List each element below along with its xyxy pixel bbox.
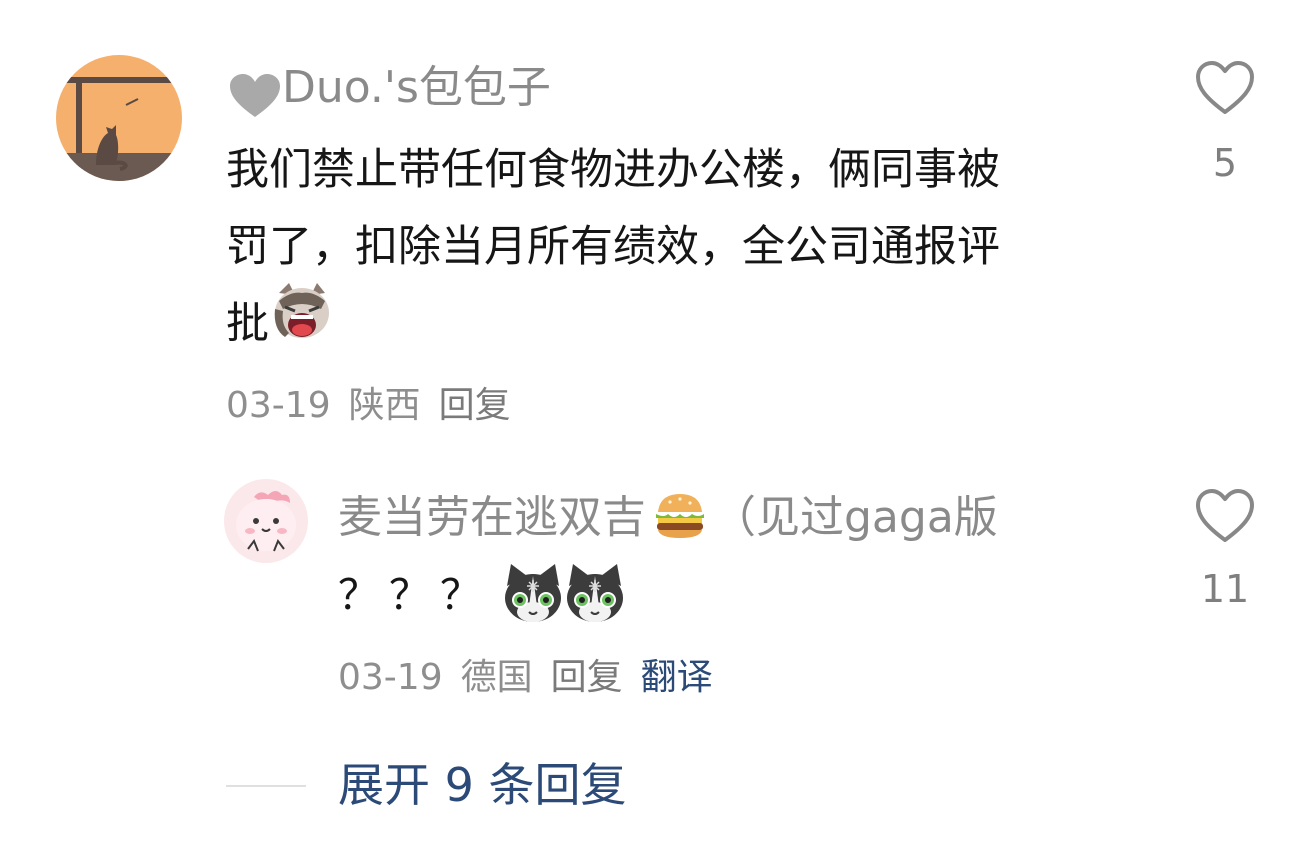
comment-date: 03-19 <box>226 385 331 426</box>
reply-button[interactable]: 回复 <box>439 385 511 426</box>
comment-body: 我们禁止带任何食物进办公楼，俩同事被 罚了，扣除当月所有绩效，全公司通报评 批 <box>226 132 1126 363</box>
reply-meta: 03-19 德国 回复 翻译 <box>338 660 731 696</box>
comment-text: ？？？ <box>338 571 491 619</box>
grey-heart-icon <box>228 73 282 123</box>
reply-body: ？？？ <box>338 562 625 628</box>
username-text: 麦当劳在逃双吉 <box>338 492 646 543</box>
reply-avatar[interactable] <box>224 479 308 563</box>
translate-button[interactable]: 翻译 <box>641 657 713 698</box>
heart-outline-icon <box>1196 61 1254 114</box>
avatar-image <box>224 479 308 563</box>
burger-emoji <box>654 492 706 544</box>
expand-divider <box>226 785 306 787</box>
comment-location: 德国 <box>460 657 533 698</box>
comment-date: 03-19 <box>338 657 443 698</box>
avatar[interactable] <box>56 55 182 181</box>
reply-button[interactable]: 回复 <box>551 657 623 698</box>
expand-replies-button[interactable]: 展开 9 条回复 <box>338 762 627 808</box>
like-count: 5 <box>1212 141 1238 185</box>
reply-like-count: 11 <box>1200 567 1250 611</box>
comment-location: 陕西 <box>348 385 421 426</box>
tuxedo-cat-emoji <box>565 562 625 628</box>
comment-text-line: 我们禁止带任何食物进办公楼，俩同事被 <box>226 145 1000 195</box>
comment-meta: 03-19 陕西 回复 <box>226 388 529 424</box>
crying-cat-emoji <box>271 281 333 368</box>
reply-like-button[interactable] <box>1194 488 1256 544</box>
heart-outline-icon <box>1196 489 1254 542</box>
avatar-image <box>56 55 182 181</box>
comment-text-line: 批 <box>226 299 269 349</box>
tuxedo-cat-emoji <box>503 562 563 628</box>
reply-username[interactable]: 麦当劳在逃双吉 （见过gaga版 <box>338 492 998 544</box>
comment-text-line: 罚了，扣除当月所有绩效，全公司通报评 <box>226 222 1000 272</box>
like-button[interactable] <box>1194 60 1256 116</box>
username-text: Duo.'s包包子 <box>282 62 551 113</box>
comment-username[interactable]: Duo.'s包包子 <box>228 66 551 123</box>
username-suffix: （见过gaga版 <box>712 492 998 543</box>
